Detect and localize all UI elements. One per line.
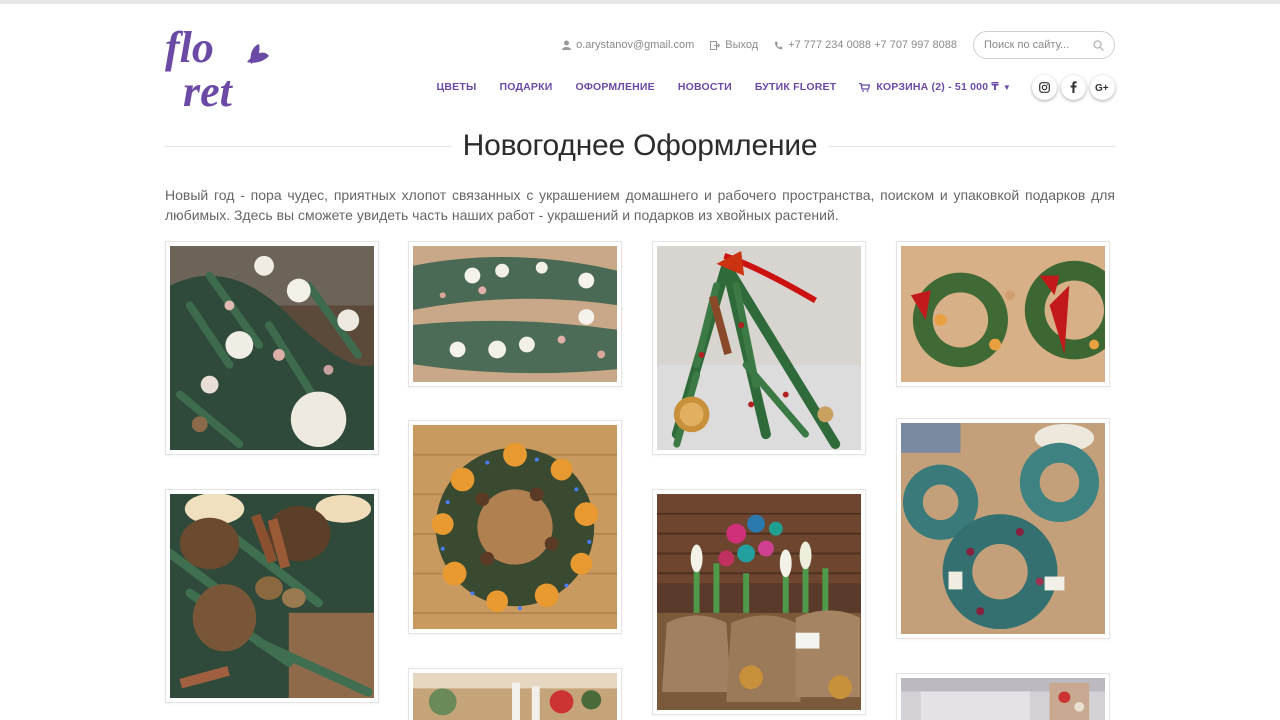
search-input[interactable] [984, 39, 1084, 51]
account-email: o.arystanov@gmail.com [576, 39, 695, 51]
floret-logo[interactable]: flo ret [165, 22, 280, 110]
nav-item-flowers[interactable]: ЦВЕТЫ [437, 73, 477, 101]
google-plus-icon[interactable]: G+ [1090, 74, 1115, 100]
photo-table-decoration[interactable] [408, 668, 622, 720]
photo-pine-tree-ribbon[interactable] [652, 241, 866, 455]
svg-text:ret: ret [183, 67, 234, 110]
logout-label: Выход [725, 39, 759, 51]
title-divider-right [829, 145, 1116, 147]
photo-roses-garlands[interactable] [408, 241, 622, 387]
main-nav: ЦВЕТЫ ПОДАРКИ ОФОРМЛЕНИЕ НОВОСТИ БУТИК F… [437, 73, 1115, 101]
logout-link[interactable]: Выход [710, 39, 758, 51]
chevron-down-icon: ▼ [1002, 82, 1011, 92]
photo-spruce-wreaths-workshop[interactable] [896, 418, 1110, 639]
search-icon[interactable] [1093, 39, 1104, 51]
photo-pine-cones-cinnamon[interactable] [165, 489, 379, 703]
photo-wreaths-red-ribbons[interactable] [896, 241, 1110, 387]
cart-icon [859, 82, 871, 92]
page-intro: Новый год - пора чудес, приятных хлопот … [165, 187, 1115, 223]
photo-interior-decoration[interactable] [896, 673, 1110, 720]
account-link[interactable]: o.arystanov@gmail.com [562, 39, 694, 51]
nav-item-gifts[interactable]: ПОДАРКИ [499, 73, 552, 101]
social-links: G+ [1028, 74, 1115, 100]
phone-numbers[interactable]: +7 777 234 0088 +7 707 997 8088 [774, 39, 957, 51]
search-box[interactable] [973, 31, 1115, 59]
cart-button[interactable]: КОРЗИНА (2) - 51 000 ₸ ▼ [859, 73, 1011, 101]
page-title-row: Новогоднее Оформление [165, 128, 1116, 164]
title-divider-left [165, 145, 451, 147]
svg-text:G+: G+ [1095, 83, 1109, 92]
photo-flower-garland-table[interactable] [165, 241, 379, 455]
photo-hyacinth-pots-ornaments[interactable] [652, 489, 866, 715]
page-title: Новогоднее Оформление [462, 129, 818, 162]
instagram-icon[interactable] [1032, 74, 1057, 100]
user-icon [562, 40, 572, 50]
top-bar: o.arystanov@gmail.com Выход +7 777 234 0… [562, 31, 1115, 59]
logout-icon [710, 40, 721, 50]
svg-text:flo: flo [165, 23, 214, 72]
nav-item-decoration[interactable]: ОФОРМЛЕНИЕ [575, 73, 654, 101]
nav-item-boutique[interactable]: БУТИК FLORET [755, 73, 837, 101]
phone-label: +7 777 234 0088 +7 707 997 8088 [788, 39, 957, 51]
phone-icon [775, 41, 783, 49]
nav-item-news[interactable]: НОВОСТИ [678, 73, 732, 101]
cart-label: КОРЗИНА (2) - 51 000 ₸ [876, 81, 999, 93]
facebook-icon[interactable] [1061, 74, 1086, 100]
top-border [0, 0, 1280, 4]
photo-citrus-wreath-lights[interactable] [408, 420, 622, 634]
